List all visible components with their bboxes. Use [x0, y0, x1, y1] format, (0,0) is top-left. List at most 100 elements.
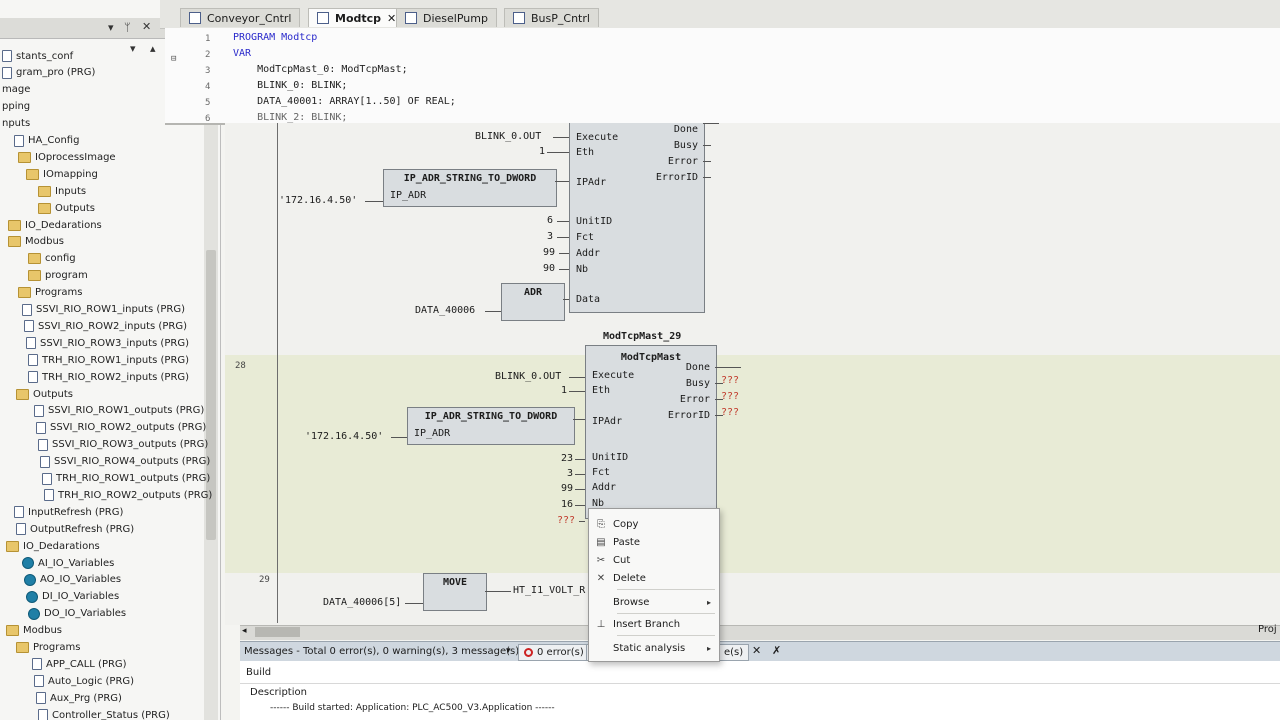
- instance-name[interactable]: ModTcpMast_29: [603, 331, 681, 342]
- tree-item[interactable]: AI_IO_Variables: [22, 555, 114, 571]
- fct-value[interactable]: 3: [567, 468, 573, 479]
- code-line[interactable]: VAR: [233, 48, 251, 59]
- description-column-header[interactable]: Description: [250, 687, 307, 698]
- eth-value[interactable]: 1: [539, 146, 545, 157]
- close-icon[interactable]: ✕: [142, 20, 151, 33]
- clear-icon[interactable]: ✕: [752, 644, 761, 657]
- pin-eth[interactable]: Eth: [576, 147, 594, 158]
- clear-all-icon[interactable]: ✗: [772, 644, 781, 657]
- tree-item[interactable]: IOmapping: [26, 166, 98, 182]
- nb-value[interactable]: 16: [561, 499, 573, 510]
- network-number[interactable]: 28: [235, 361, 246, 371]
- menu-item-insert-branch[interactable]: ⊥ Insert Branch: [589, 615, 719, 633]
- cfc-diagram-editor[interactable]: BLINK_0.OUT 1 '172.16.4.50' IP_ADR_STRIN…: [225, 123, 1280, 625]
- pin-ipadr[interactable]: IPAdr: [576, 177, 606, 188]
- pin-unitid[interactable]: UnitID: [592, 452, 628, 463]
- tab-close-icon[interactable]: ✕: [387, 12, 396, 25]
- unitid-value[interactable]: 23: [561, 453, 573, 464]
- pin-busy[interactable]: Busy: [686, 378, 710, 389]
- fct-value[interactable]: 3: [547, 231, 553, 242]
- code-line[interactable]: BLINK_2: BLINK;: [233, 112, 347, 123]
- modtcpmast-block-29[interactable]: ModTcpMast Execute Eth IPAdr UnitID Fct …: [585, 345, 717, 519]
- menu-item-paste[interactable]: ▤ Paste: [589, 533, 719, 551]
- move-destination-label[interactable]: HT_I1_VOLT_R: [513, 585, 585, 596]
- ip-string-literal[interactable]: '172.16.4.50': [305, 431, 383, 442]
- tree-item[interactable]: SSVI_RIO_ROW3_inputs (PRG): [26, 335, 189, 351]
- dock-icon[interactable]: ᛘ: [124, 21, 131, 34]
- tree-item[interactable]: Auto_Logic (PRG): [34, 673, 134, 689]
- messages-dropdown-icon[interactable]: ▾: [506, 646, 511, 656]
- execute-source-label[interactable]: BLINK_0.OUT: [495, 371, 561, 382]
- tree-item[interactable]: Modbus: [6, 623, 62, 639]
- pin-eth[interactable]: Eth: [592, 385, 610, 396]
- code-line[interactable]: DATA_40001: ARRAY[1..50] OF REAL;: [233, 96, 456, 107]
- pin-error[interactable]: Error: [668, 156, 698, 167]
- tree-item[interactable]: SSVI_RIO_ROW1_outputs (PRG): [34, 403, 204, 419]
- tree-item[interactable]: SSVI_RIO_ROW2_inputs (PRG): [24, 318, 187, 334]
- tab-conveyor-cntrl[interactable]: Conveyor_Cntrl: [180, 8, 301, 27]
- tree-item[interactable]: Controller_Status (PRG): [38, 707, 170, 720]
- pin-data[interactable]: Data: [576, 294, 600, 305]
- pin-execute[interactable]: Execute: [576, 132, 618, 143]
- project-tab[interactable]: Proj: [1258, 624, 1277, 635]
- pin-errorid[interactable]: ErrorID: [668, 410, 710, 421]
- tree-item[interactable]: gram_pro (PRG): [2, 65, 95, 81]
- network-number[interactable]: 29: [259, 575, 270, 585]
- tree-item[interactable]: InputRefresh (PRG): [14, 504, 123, 520]
- addr-value[interactable]: 99: [543, 247, 555, 258]
- pin-execute[interactable]: Execute: [592, 370, 634, 381]
- block-input-pin[interactable]: IP_ADR: [390, 190, 426, 201]
- tree-item[interactable]: config: [28, 251, 76, 267]
- tree-item[interactable]: Modbus: [8, 234, 64, 250]
- modtcpmast-block-1[interactable]: ModTcpMast Execute Eth IPAdr UnitID Fct …: [569, 123, 705, 313]
- tree-item[interactable]: SSVI_RIO_ROW3_outputs (PRG): [38, 437, 208, 453]
- tree-item[interactable]: mage: [2, 82, 30, 98]
- pin-fct[interactable]: Fct: [576, 232, 594, 243]
- nb-value[interactable]: 90: [543, 263, 555, 274]
- adr-block[interactable]: ADR: [501, 283, 565, 321]
- tree-item[interactable]: DI_IO_Variables: [26, 589, 119, 605]
- tree-item[interactable]: TRH_RIO_ROW2_inputs (PRG): [28, 369, 189, 385]
- tree-item[interactable]: program: [28, 268, 88, 284]
- pin-done[interactable]: Done: [674, 124, 698, 135]
- error-output-unassigned[interactable]: ???: [721, 391, 739, 402]
- tree-item[interactable]: Programs: [18, 285, 82, 301]
- eth-value[interactable]: 1: [561, 385, 567, 396]
- pin-addr[interactable]: Addr: [576, 248, 600, 259]
- diagram-horizontal-scrollbar[interactable]: ◂: [240, 625, 1280, 640]
- tree-item[interactable]: AO_IO_Variables: [24, 572, 121, 588]
- tree-item[interactable]: TRH_RIO_ROW1_inputs (PRG): [28, 352, 189, 368]
- tree-item[interactable]: SSVI_RIO_ROW1_inputs (PRG): [22, 302, 185, 318]
- tree-item[interactable]: Programs: [16, 640, 80, 656]
- menu-item-cut[interactable]: ✂ Cut: [589, 551, 719, 569]
- pin-nb[interactable]: Nb: [576, 264, 588, 275]
- tree-item[interactable]: IO_Dedarations: [6, 538, 100, 554]
- tree-item[interactable]: Aux_Prg (PRG): [36, 690, 122, 706]
- tree-item[interactable]: stants_conf: [2, 48, 73, 64]
- ip-string-literal[interactable]: '172.16.4.50': [279, 195, 357, 206]
- tree-item[interactable]: SSVI_RIO_ROW4_outputs (PRG): [40, 454, 210, 470]
- messages-category[interactable]: Build: [246, 667, 271, 678]
- scroll-up-icon[interactable]: ▴: [150, 42, 156, 55]
- tree-item[interactable]: pping: [2, 99, 30, 115]
- tree-item[interactable]: TRH_RIO_ROW2_outputs (PRG): [44, 487, 212, 503]
- execute-source-label[interactable]: BLINK_0.OUT: [475, 131, 541, 142]
- pin-done[interactable]: Done: [686, 362, 710, 373]
- unitid-value[interactable]: 6: [547, 215, 553, 226]
- tree-item[interactable]: Outputs: [38, 200, 95, 216]
- pin-error[interactable]: Error: [680, 394, 710, 405]
- menu-item-browse[interactable]: Browse ▸: [589, 593, 719, 611]
- ip-adr-conversion-block[interactable]: IP_ADR_STRING_TO_DWORD IP_ADR: [407, 407, 575, 445]
- errorid-output-unassigned[interactable]: ???: [721, 407, 739, 418]
- pin-addr[interactable]: Addr: [592, 482, 616, 493]
- data-source-label[interactable]: DATA_40006: [415, 305, 475, 316]
- move-source-label[interactable]: DATA_40006[5]: [323, 597, 401, 608]
- tree-dropdown-icon[interactable]: ▾: [130, 42, 136, 55]
- pin-fct[interactable]: Fct: [592, 467, 610, 478]
- move-block[interactable]: MOVE: [423, 573, 487, 611]
- tree-item[interactable]: nputs: [2, 116, 30, 132]
- menu-item-copy[interactable]: ⎘ Copy: [589, 515, 719, 533]
- pin-busy[interactable]: Busy: [674, 140, 698, 151]
- tree-item[interactable]: SSVI_RIO_ROW2_outputs (PRG): [36, 420, 206, 436]
- tab-dieselpump[interactable]: DieselPump: [396, 8, 497, 27]
